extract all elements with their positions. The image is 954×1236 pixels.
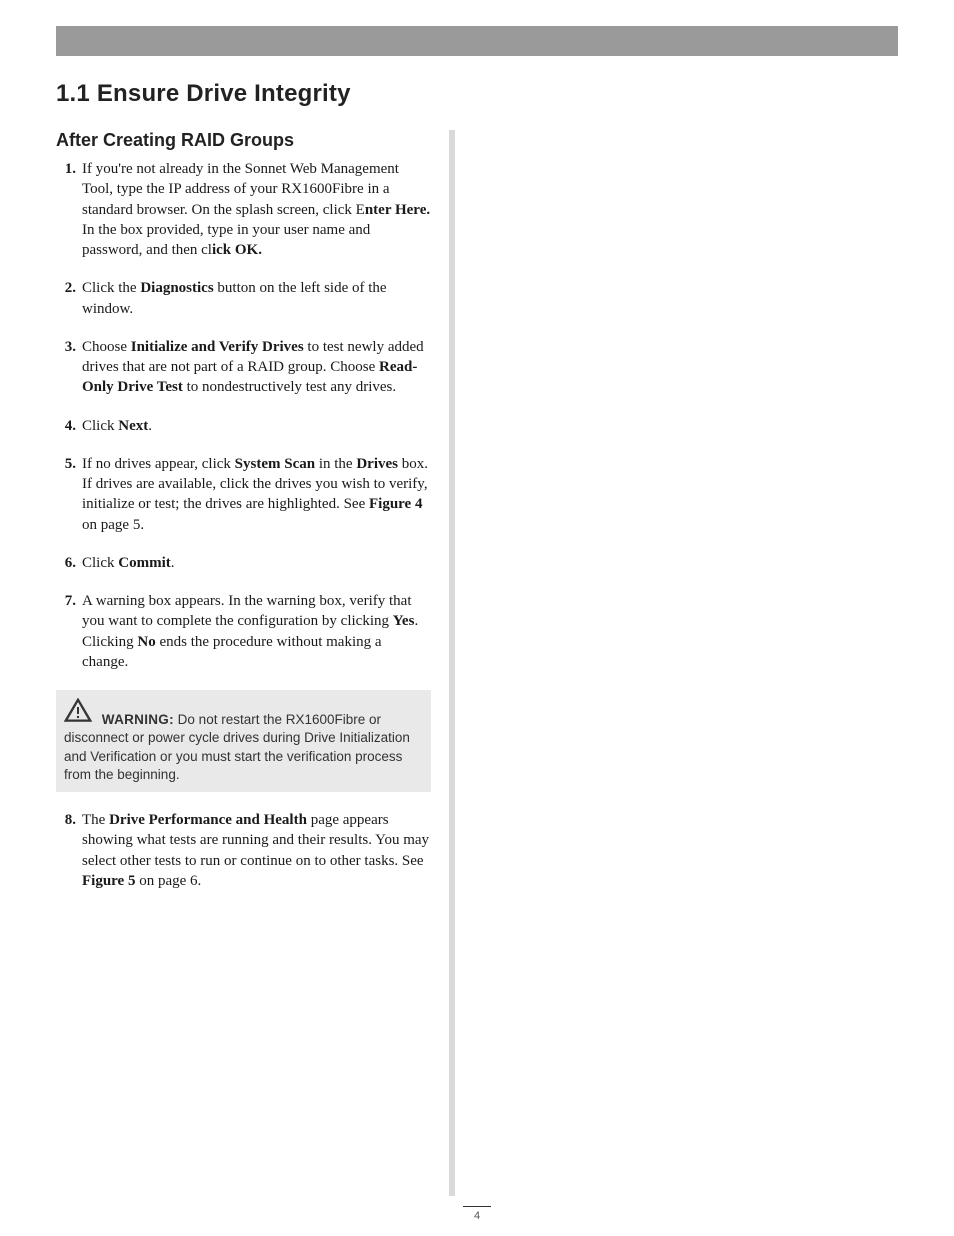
step-bold: Figure 5 [82,873,135,889]
page-number: 4 [0,1206,954,1222]
step-text: A warning box appears. In the warning bo… [82,593,412,629]
step-number: 8. [56,810,78,891]
header-bar [56,26,898,56]
step-number: 2. [56,278,78,319]
warning-label: WARNING: [102,712,174,727]
step-bold: Yes [393,613,415,629]
step-text: If no drives appear, click [82,456,235,472]
step-5: 5. If no drives appear, click System Sca… [56,454,431,535]
step-7: 7. A warning box appears. In the warning… [56,591,431,672]
step-2: 2. Click the Diagnostics button on the l… [56,278,431,319]
step-6: 6. Click Commit. [56,553,431,573]
page-number-rule [463,1206,491,1207]
page: 1.1 Ensure Drive Integrity After Creatin… [0,0,954,1236]
step-text: . [148,418,152,434]
step-body: Click Next. [82,416,431,436]
step-text: to nondestructively test any drives. [183,379,396,395]
step-text: Choose [82,339,131,355]
step-bold: Initialize and Verify Drives [131,339,304,355]
step-number: 1. [56,159,78,260]
step-8: 8. The Drive Performance and Health page… [56,810,431,891]
step-bold: Drives [356,456,398,472]
step-body: Click the Diagnostics button on the left… [82,278,431,319]
step-number: 4. [56,416,78,436]
content-columns: After Creating RAID Groups 1. If you're … [56,130,898,1196]
step-text: Click [82,555,118,571]
step-bold: Next [118,418,148,434]
step-number: 5. [56,454,78,535]
step-text: Click the [82,280,140,296]
warning-icon [64,698,92,727]
step-text: on page 5. [82,517,144,533]
step-body: The Drive Performance and Health page ap… [82,810,431,891]
step-bold: Figure 4 [369,496,422,512]
step-bold: Drive Performance and Health [109,812,307,828]
step-bold: Commit [118,555,171,571]
subsection-title: After Creating RAID Groups [56,130,431,151]
step-body: Click Commit. [82,553,431,573]
step-4: 4. Click Next. [56,416,431,436]
step-text: . [171,555,175,571]
step-body: If you're not already in the Sonnet Web … [82,159,431,260]
step-text: If you're not already in the Sonnet Web … [82,161,399,218]
step-text: Click [82,418,118,434]
page-number-value: 4 [474,1210,480,1222]
step-bold: No [137,634,155,650]
step-number: 7. [56,591,78,672]
left-column: After Creating RAID Groups 1. If you're … [56,130,449,1196]
step-body: A warning box appears. In the warning bo… [82,591,431,672]
step-text: The [82,812,109,828]
step-number: 6. [56,553,78,573]
warning-box: WARNING: Do not restart the RX1600Fibre … [56,690,431,792]
step-bold: Diagnostics [140,280,213,296]
step-bold: nter Here. [365,202,430,218]
step-text: on page 6. [135,873,201,889]
step-bold: ick OK. [212,242,262,258]
step-body: If no drives appear, click System Scan i… [82,454,431,535]
step-text: in the [315,456,356,472]
column-divider [449,130,455,1196]
step-body: Choose Initialize and Verify Drives to t… [82,337,431,398]
step-3: 3. Choose Initialize and Verify Drives t… [56,337,431,398]
steps-list-cont: 8. The Drive Performance and Health page… [56,810,431,891]
steps-list: 1. If you're not already in the Sonnet W… [56,159,431,672]
step-bold: System Scan [235,456,315,472]
step-number: 3. [56,337,78,398]
section-title: 1.1 Ensure Drive Integrity [56,80,898,108]
step-1: 1. If you're not already in the Sonnet W… [56,159,431,260]
